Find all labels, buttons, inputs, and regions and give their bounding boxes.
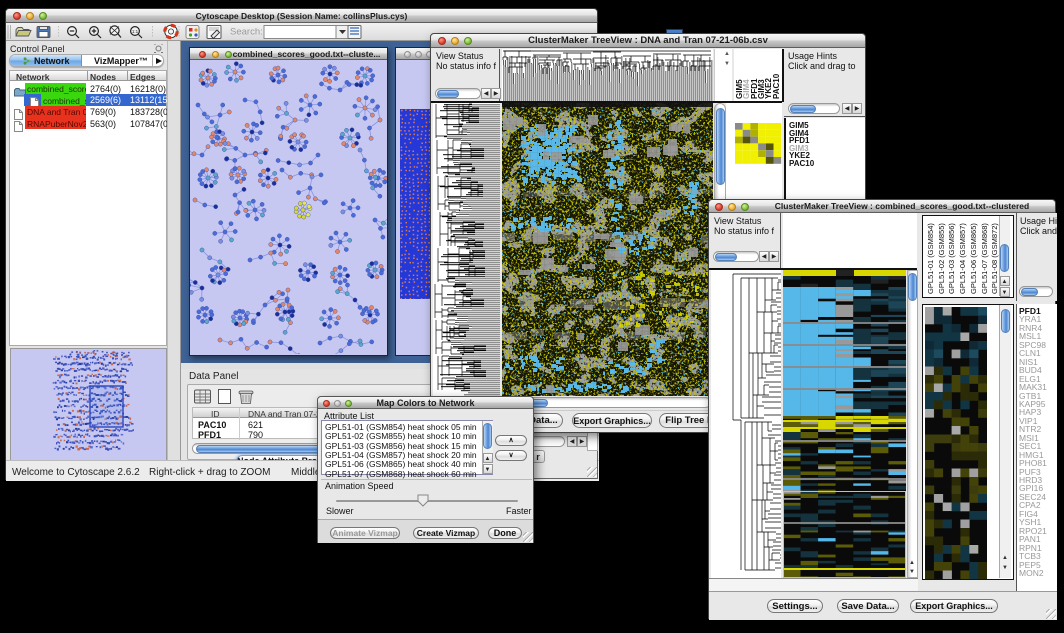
svg-text:Search:: Search: xyxy=(230,27,263,38)
svg-text:1:1: 1:1 xyxy=(132,29,139,34)
